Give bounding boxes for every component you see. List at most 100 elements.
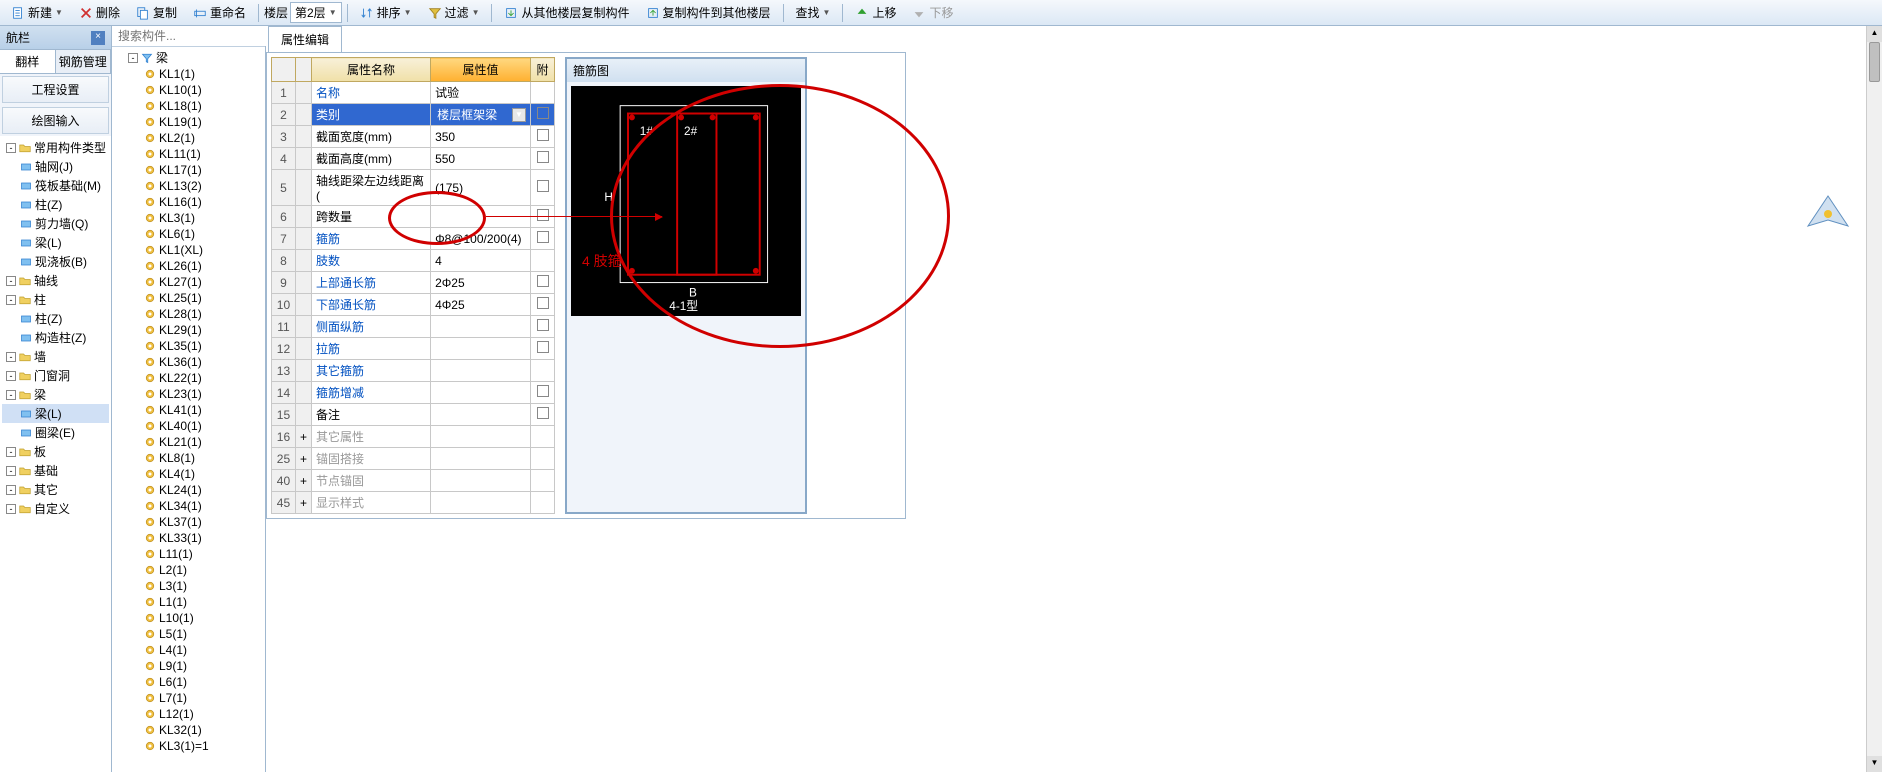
checkbox[interactable] [537, 151, 549, 163]
prop-attach-cell[interactable] [531, 338, 555, 360]
prop-name-cell[interactable]: 下部通长筋 [311, 294, 430, 316]
checkbox[interactable] [537, 180, 549, 192]
component-root[interactable]: -梁 [114, 49, 263, 66]
tab-rebar-sample[interactable]: 翻样 [0, 50, 56, 73]
prop-name-cell[interactable]: 其它属性 [311, 426, 430, 448]
component-item[interactable]: KL19(1) [114, 114, 263, 130]
prop-value-cell[interactable]: 试验 [431, 82, 531, 104]
tree-group[interactable]: -轴线 [2, 271, 109, 290]
component-item[interactable]: KL1(1) [114, 66, 263, 82]
property-row[interactable]: 6跨数量 [272, 206, 555, 228]
prop-value-cell[interactable]: 350 [431, 126, 531, 148]
rename-button[interactable]: 重命名 [186, 1, 253, 24]
row-expand[interactable] [295, 316, 311, 338]
find-button[interactable]: 查找▼ [789, 1, 838, 24]
property-edit-tab[interactable]: 属性编辑 [268, 26, 342, 52]
component-item[interactable]: KL22(1) [114, 370, 263, 386]
prop-attach-cell[interactable] [531, 170, 555, 206]
row-expand[interactable] [295, 382, 311, 404]
component-item[interactable]: KL2(1) [114, 130, 263, 146]
component-item[interactable]: L11(1) [114, 546, 263, 562]
prop-attach-cell[interactable] [531, 228, 555, 250]
floor-select[interactable]: 第2层▼ [290, 2, 342, 23]
copy-from-floor-button[interactable]: 从其他楼层复制构件 [497, 1, 636, 24]
row-expand[interactable] [295, 250, 311, 272]
property-row[interactable]: 12拉筋 [272, 338, 555, 360]
prop-value-cell[interactable] [431, 470, 531, 492]
property-row[interactable]: 11侧面纵筋 [272, 316, 555, 338]
scroll-up-arrow[interactable]: ▲ [1867, 26, 1882, 42]
prop-name-cell[interactable]: 截面高度(mm) [311, 148, 430, 170]
tree-group[interactable]: -其它 [2, 480, 109, 499]
checkbox[interactable] [537, 407, 549, 419]
prop-attach-cell[interactable] [531, 426, 555, 448]
scroll-down-arrow[interactable]: ▼ [1867, 756, 1882, 772]
checkbox[interactable] [537, 231, 549, 243]
component-item[interactable]: KL21(1) [114, 434, 263, 450]
prop-attach-cell[interactable] [531, 470, 555, 492]
component-item[interactable]: KL1(XL) [114, 242, 263, 258]
component-item[interactable]: KL36(1) [114, 354, 263, 370]
component-item[interactable]: KL3(1) [114, 210, 263, 226]
property-row[interactable]: 10下部通长筋4Φ25 [272, 294, 555, 316]
sort-button[interactable]: 排序▼ [353, 1, 419, 24]
prop-attach-cell[interactable] [531, 250, 555, 272]
tree-group[interactable]: -门窗洞 [2, 366, 109, 385]
component-item[interactable]: KL27(1) [114, 274, 263, 290]
row-expand[interactable] [295, 360, 311, 382]
prop-value-cell[interactable]: 4 [431, 250, 531, 272]
property-row[interactable]: 40+节点锚固 [272, 470, 555, 492]
component-item[interactable]: KL40(1) [114, 418, 263, 434]
prop-attach-cell[interactable] [531, 448, 555, 470]
project-settings-button[interactable]: 工程设置 [2, 76, 109, 103]
row-expand[interactable] [295, 82, 311, 104]
component-item[interactable]: KL24(1) [114, 482, 263, 498]
component-item[interactable]: L3(1) [114, 578, 263, 594]
component-item[interactable]: L10(1) [114, 610, 263, 626]
expand-icon[interactable]: - [6, 447, 16, 457]
tree-item[interactable]: 梁(L) [2, 233, 109, 252]
prop-name-cell[interactable]: 其它箍筋 [311, 360, 430, 382]
category-tree[interactable]: -常用构件类型轴网(J)筏板基础(M)柱(Z)剪力墙(Q)梁(L)现浇板(B)-… [0, 136, 111, 772]
row-expand[interactable]: + [295, 492, 311, 514]
prop-attach-cell[interactable] [531, 382, 555, 404]
vertical-scrollbar[interactable]: ▲ ▼ [1866, 26, 1882, 772]
component-item[interactable]: L7(1) [114, 690, 263, 706]
component-item[interactable]: KL8(1) [114, 450, 263, 466]
component-item[interactable]: KL16(1) [114, 194, 263, 210]
tree-group[interactable]: -板 [2, 442, 109, 461]
prop-name-cell[interactable]: 肢数 [311, 250, 430, 272]
row-expand[interactable]: + [295, 448, 311, 470]
prop-name-cell[interactable]: 节点锚固 [311, 470, 430, 492]
component-item[interactable]: KL41(1) [114, 402, 263, 418]
checkbox[interactable] [537, 341, 549, 353]
component-item[interactable]: KL13(2) [114, 178, 263, 194]
property-row[interactable]: 7箍筋Φ8@100/200(4) [272, 228, 555, 250]
property-row[interactable]: 1名称试验 [272, 82, 555, 104]
draw-input-button[interactable]: 绘图输入 [2, 107, 109, 134]
component-item[interactable]: KL4(1) [114, 466, 263, 482]
component-item[interactable]: KL34(1) [114, 498, 263, 514]
tree-item[interactable]: 剪力墙(Q) [2, 214, 109, 233]
component-item[interactable]: KL35(1) [114, 338, 263, 354]
tree-item[interactable]: 梁(L) [2, 404, 109, 423]
prop-name-cell[interactable]: 轴线距梁左边线距离( [311, 170, 430, 206]
delete-button[interactable]: 删除 [72, 1, 127, 24]
component-item[interactable]: L1(1) [114, 594, 263, 610]
tree-item[interactable]: 柱(Z) [2, 309, 109, 328]
tree-item[interactable]: 筏板基础(M) [2, 176, 109, 195]
prop-value-cell[interactable]: 楼层框架梁▼ [431, 104, 531, 126]
component-item[interactable]: L12(1) [114, 706, 263, 722]
prop-value-cell[interactable] [431, 338, 531, 360]
expand-icon[interactable]: - [6, 143, 16, 153]
tree-group[interactable]: -基础 [2, 461, 109, 480]
row-expand[interactable] [295, 404, 311, 426]
prop-name-cell[interactable]: 箍筋增减 [311, 382, 430, 404]
prop-value-cell[interactable] [431, 206, 531, 228]
prop-attach-cell[interactable] [531, 206, 555, 228]
expand-icon[interactable]: - [128, 53, 138, 63]
prop-attach-cell[interactable] [531, 82, 555, 104]
component-item[interactable]: KL28(1) [114, 306, 263, 322]
property-row[interactable]: 5轴线距梁左边线距离((175) [272, 170, 555, 206]
component-tree[interactable]: -梁KL1(1)KL10(1)KL18(1)KL19(1)KL2(1)KL11(… [112, 47, 265, 772]
